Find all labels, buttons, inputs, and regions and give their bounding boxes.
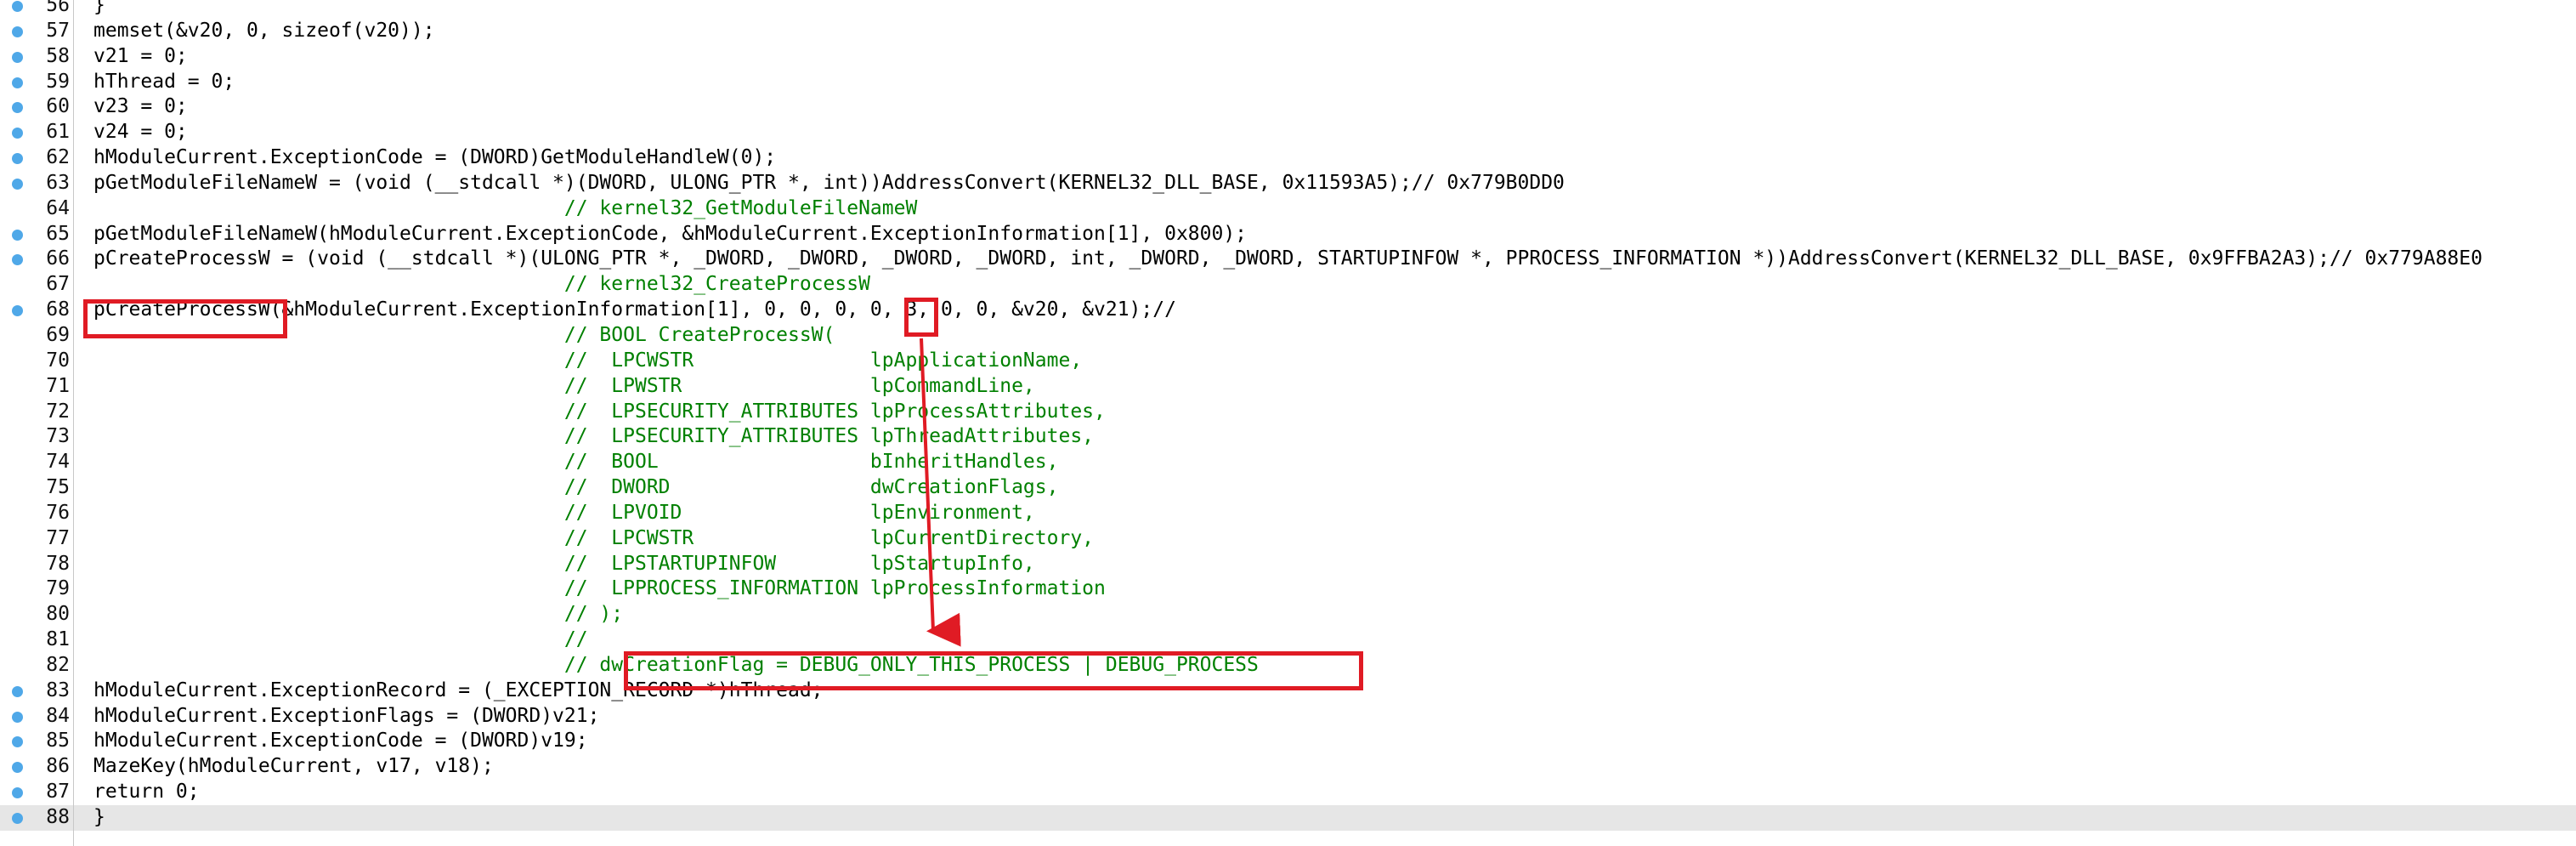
- annotation-arrow: [920, 338, 961, 647]
